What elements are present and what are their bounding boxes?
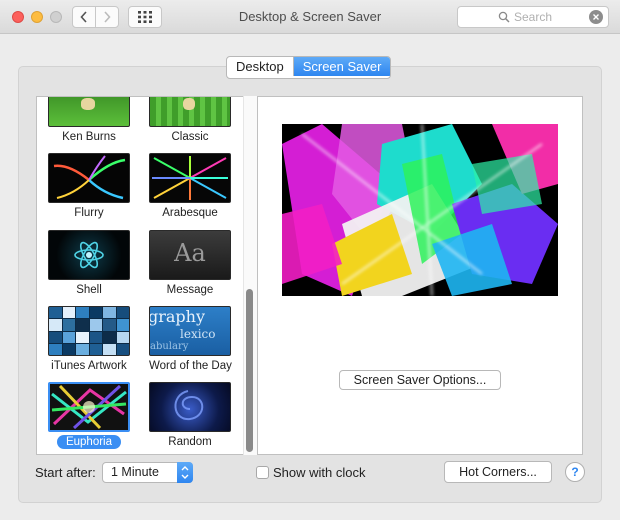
list-item-label: Word of the Day [149,360,232,372]
list-item-label: iTunes Artwork [51,360,127,372]
list-item-label: Random [168,436,212,448]
screen-saver-options-button[interactable]: Screen Saver Options... [339,370,501,390]
itunes-artwork-thumbnail [48,306,130,356]
tab-control: Desktop Screen Saver [226,56,392,79]
euphoria-thumbnail [48,382,130,432]
list-item-ken-burns[interactable]: Ken Burns [48,97,130,143]
close-icon [593,14,599,20]
hot-corners-button[interactable]: Hot Corners... [444,461,552,483]
random-thumbnail [149,382,231,432]
flurry-thumbnail [48,153,130,203]
show-all-button[interactable] [128,6,162,28]
list-item-label-selected: Euphoria [48,435,130,449]
close-window-button[interactable] [12,11,24,23]
grid-icon [138,11,152,23]
list-scrollbar-thumb[interactable] [246,289,253,452]
clear-search-button[interactable] [589,10,603,24]
list-item-arabesque[interactable]: Arabesque [149,153,231,219]
stepper-arrows-icon [177,462,193,483]
classic-thumbnail [149,97,231,127]
screen-saver-preview [282,124,558,296]
list-item-shell[interactable]: Shell [48,230,130,296]
chevron-left-icon [80,11,87,23]
back-button[interactable] [72,6,96,28]
start-after-select[interactable]: 1 Minute [102,462,193,483]
start-after-label: Start after: [35,465,96,480]
chevron-right-icon [104,11,111,23]
list-item-label: Flurry [74,207,104,219]
help-button[interactable]: ? [565,462,585,482]
list-item-label: Arabesque [162,207,218,219]
tab-screen-saver[interactable]: Screen Saver [293,57,391,76]
show-with-clock-checkbox[interactable] [256,466,269,479]
ken-burns-thumbnail [48,97,130,127]
list-item-euphoria[interactable]: Euphoria [48,382,130,449]
search-field[interactable] [457,6,609,28]
list-item-message[interactable]: Aa Message [149,230,231,296]
forward-button[interactable] [95,6,119,28]
message-thumbnail: Aa [149,230,231,280]
zoom-window-button[interactable] [50,11,62,23]
shell-thumbnail [48,230,130,280]
arabesque-thumbnail [149,153,231,203]
list-item-label: Ken Burns [62,131,116,143]
list-item-label: Shell [76,284,102,296]
list-item-word-of-the-day[interactable]: graphy lexico abulary Word of the Day [149,306,232,372]
list-item-classic[interactable]: Classic [149,97,231,143]
list-item-itunes-artwork[interactable]: iTunes Artwork [48,306,130,372]
title-bar: Desktop & Screen Saver [0,0,620,34]
search-icon [498,11,510,23]
search-input[interactable] [514,9,584,25]
tab-desktop[interactable]: Desktop [227,57,294,76]
list-item-flurry[interactable]: Flurry [48,153,130,219]
list-item-label: Message [166,284,214,296]
screen-saver-list[interactable]: Ken Burns Classic Flurry Arabesque Shell… [36,96,257,455]
start-after-value: 1 Minute [111,465,159,479]
list-item-label: Classic [171,131,209,143]
show-with-clock-label[interactable]: Show with clock [273,465,365,480]
word-of-the-day-thumbnail: graphy lexico abulary [149,306,231,356]
minimize-window-button[interactable] [31,11,43,23]
list-item-random[interactable]: Random [149,382,231,448]
